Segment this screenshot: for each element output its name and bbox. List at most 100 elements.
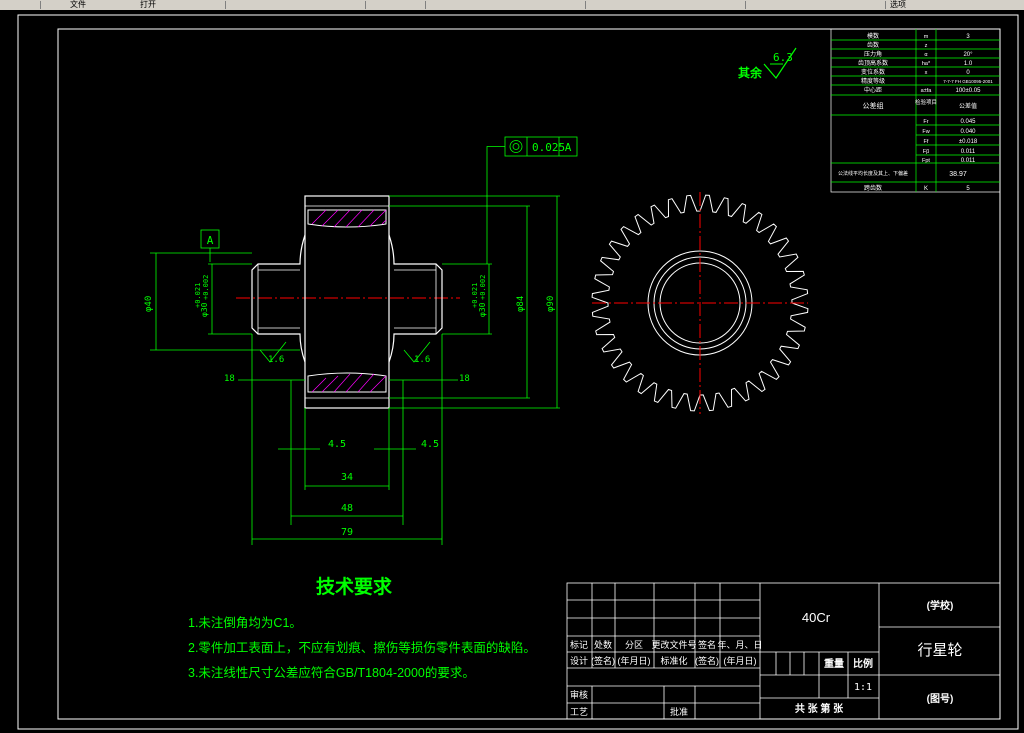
group-head-value: 公差值 (959, 102, 977, 110)
group-row-value: 0.045 (960, 119, 976, 125)
toolbar-separator (425, 1, 426, 9)
span-symbol: K (924, 186, 928, 192)
dim-d40: φ40 (144, 296, 154, 312)
dim-d30-right: φ30 (478, 302, 487, 317)
gear-section-view (236, 195, 460, 409)
toolbar-separator (365, 1, 366, 9)
tech-title: 技术要求 (316, 575, 393, 598)
tb-review: 审核 (570, 689, 588, 700)
tolerance-value: 0.025 (532, 141, 565, 154)
dim-tol-right2: +0.002 (479, 275, 487, 300)
param-name: 压力角 (864, 50, 882, 58)
tech-item-3: 3.未注线性尺寸公差应符合GB/T1804-2000的要求。 (188, 665, 475, 680)
dim-45-right: 4.5 (421, 439, 439, 450)
dim-79: 79 (341, 527, 353, 538)
dim-18-left: 18 (224, 374, 235, 384)
part-name: 行星轮 (917, 642, 962, 659)
toolbar-item-file[interactable]: 文件 (70, 0, 120, 9)
param-name: 精度等级 (861, 77, 885, 85)
material: 40Cr (802, 610, 831, 625)
toolbar-item-open[interactable]: 打开 (140, 0, 180, 9)
tech-item-1: 1.未注倒角均为C1。 (188, 615, 302, 630)
param-value: 3 (966, 34, 970, 40)
param-symbol: α (924, 52, 928, 58)
tb-header-cell: 分区 (625, 640, 643, 650)
group-row-value: ±0.018 (959, 139, 978, 145)
tb-design-cell: 标准化 (660, 655, 687, 666)
toolbar-item-options[interactable]: 选项 (890, 0, 950, 9)
surface-label: 其余 (738, 65, 763, 80)
group-row-value: 0.011 (961, 149, 976, 155)
toolbar-separator (225, 1, 226, 9)
tb-design-cell: (签名) (591, 655, 615, 666)
toolbar-separator (585, 1, 586, 9)
dim-d84: φ84 (516, 296, 526, 312)
gear-parameter-table (830, 28, 1001, 193)
tb-design-cell: 设计 (570, 655, 588, 666)
group-row-symbol: Fpt (922, 158, 930, 164)
sheets: 共 张 第 张 (795, 702, 844, 715)
rough-left: 1.6 (268, 355, 284, 365)
group-row-value: 0.040 (960, 129, 976, 135)
param-value: 100±0.05 (956, 88, 982, 94)
param-symbol: x (925, 70, 928, 76)
scale-value: 1:1 (854, 682, 872, 693)
datum-label-a: A (207, 234, 214, 247)
rough-right: 1.6 (414, 355, 430, 365)
chord-label: 公法线平均长度及其上、下偏差 (838, 170, 908, 177)
tb-approve: 批准 (670, 706, 688, 717)
dim-48: 48 (341, 503, 353, 514)
param-name: 变位系数 (861, 68, 885, 76)
group-row-symbol: Fr (923, 119, 928, 125)
tb-craft: 工艺 (570, 707, 588, 717)
group-row-symbol: Fw (922, 129, 929, 135)
toolbar-separator (885, 1, 886, 9)
dim-tol-right: +0.021 (471, 283, 479, 308)
weight-label: 重量 (824, 657, 844, 670)
param-symbol: ha* (922, 61, 931, 67)
dim-tol-left2: +0.002 (202, 275, 210, 300)
toolbar-separator (745, 1, 746, 9)
title-block-text: 标记 处数 分区 更改文件号 签名 年、月、日设计 (签名) (年月日) 标准化 (签名) (年月日… (570, 639, 763, 717)
group-row-symbol: Ff (924, 139, 929, 145)
dim-45-left: 4.5 (328, 439, 346, 450)
dim-d90: φ90 (546, 296, 556, 312)
param-value: 20° (963, 52, 973, 58)
tb-header-cell: 更改文件号 (651, 639, 696, 650)
tb-header-cell: 签名 (698, 639, 716, 650)
tolerance-datum: A (565, 141, 572, 154)
outer-frame (17, 14, 1019, 730)
param-text-group: 模数 m 3 齿数 z 压力角 α 20° 齿顶高系数 ha* 1.0 变位系数 x 0 精度等级 7-7-7… (838, 32, 993, 192)
school: (学校) (927, 599, 954, 612)
tb-header-cell: 标记 (570, 639, 588, 650)
param-symbol: a±fa (921, 88, 933, 94)
scale-label: 比例 (853, 657, 873, 670)
surface-value: 6.3 (773, 51, 793, 64)
param-name: 模数 (867, 32, 879, 40)
param-name: 中心距 (864, 86, 882, 94)
dim-tol-left: +0.021 (194, 283, 202, 308)
group-row-value: 0.011 (961, 158, 976, 164)
dim-18-right: 18 (459, 374, 470, 384)
tb-header-cell: 处数 (594, 639, 612, 650)
param-value: 1.0 (964, 61, 973, 67)
tb-design-cell: (签名) (695, 655, 719, 666)
tech-item-2: 2.零件加工表面上，不应有划痕、擦伤等损伤零件表面的缺陷。 (188, 640, 536, 655)
group-head-item: 检验项目 (915, 98, 937, 106)
toolbar-separator (40, 1, 41, 9)
param-symbol: z (925, 43, 928, 49)
cad-drawing: 其余 6.3 A 0.025 A φ40 φ30 +0.021 +0.002 φ… (17, 14, 1019, 730)
group-row-symbol: Fβ (923, 149, 930, 155)
tb-header-cell: 年、月、日 (717, 639, 762, 650)
tb-design-cell: (年月日) (618, 655, 651, 666)
param-name: 齿数 (867, 41, 879, 49)
tb-design-cell: (年月日) (724, 655, 757, 666)
span-value: 5 (966, 186, 970, 192)
param-name: 齿顶高系数 (858, 59, 888, 67)
gear-front-view (591, 192, 809, 414)
drawing-canvas[interactable]: 其余 6.3 A 0.025 A φ40 φ30 +0.021 +0.002 φ… (0, 10, 1024, 733)
param-symbol: m (924, 34, 929, 40)
param-value: 7-7-7 FH GB10095-2001 (943, 79, 993, 84)
dimension-lines (150, 136, 578, 545)
dim-34: 34 (341, 472, 353, 483)
